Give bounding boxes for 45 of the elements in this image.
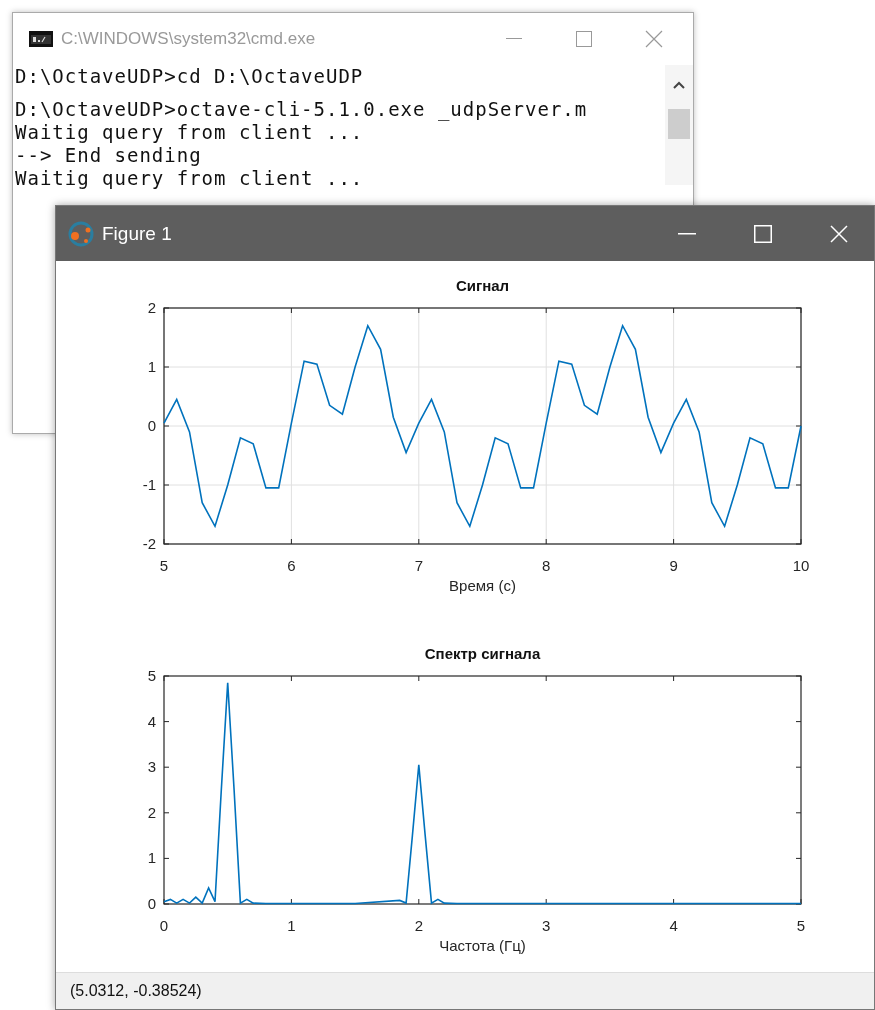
close-icon <box>830 224 848 243</box>
maximize-icon <box>576 31 592 47</box>
tick-label: 10 <box>792 557 810 574</box>
chart-title: Сигнал <box>455 277 510 294</box>
tick-label: 9 <box>669 557 678 574</box>
scrollbar-thumb[interactable] <box>668 109 690 139</box>
console-line: D:\OctaveUDP>octave-cli-5.1.0.exe _udpServer.m <box>15 98 588 121</box>
tick-label: 0 <box>147 417 156 434</box>
axis-label: Время (с) <box>449 577 516 594</box>
cursor-coordinates: (5.0312, -0.38524) <box>70 982 202 1000</box>
tick-label: 5 <box>159 557 169 574</box>
tick-label: -1 <box>142 476 156 493</box>
axis-label: Частота (Гц) <box>439 937 526 954</box>
window-title: Figure 1 <box>102 222 173 245</box>
tick-label: 6 <box>287 557 296 574</box>
maximize-icon <box>754 224 772 243</box>
console-line: Waitig query from client ... <box>15 167 365 190</box>
tick-label: 3 <box>542 917 551 934</box>
tick-label: 1 <box>147 849 156 867</box>
tick-label: 0 <box>159 917 169 934</box>
tick-label: 3 <box>147 758 156 776</box>
console-line: --> End sending <box>15 144 203 167</box>
scrollbar[interactable] <box>665 65 693 185</box>
close-icon <box>645 30 663 48</box>
window-title: C:\WINDOWS\system32\cmd.exe <box>61 29 317 49</box>
minimize-icon <box>506 38 522 40</box>
tick-label: 2 <box>414 917 423 934</box>
tick-label: 2 <box>147 299 156 316</box>
tick-label: 4 <box>669 917 678 934</box>
chart-title: Спектр сигнала <box>424 645 541 662</box>
tick-label: 5 <box>796 917 806 934</box>
console-line: D:\OctaveUDP>cd D:\OctaveUDP <box>15 65 364 88</box>
tick-label: 5 <box>147 667 156 684</box>
minimize-icon <box>678 232 696 235</box>
console-icon <box>29 31 53 47</box>
scroll-up-icon <box>673 81 685 89</box>
tick-label: -2 <box>142 535 156 552</box>
tick-label: 1 <box>287 917 296 934</box>
tick-label: 4 <box>147 712 156 730</box>
tick-label: 8 <box>542 557 551 574</box>
console-line: Waitig query from client ... <box>15 121 365 144</box>
tick-label: 7 <box>414 557 423 574</box>
tick-label: 2 <box>147 803 156 821</box>
tick-label: 1 <box>147 358 156 375</box>
tick-label: 0 <box>147 895 156 912</box>
